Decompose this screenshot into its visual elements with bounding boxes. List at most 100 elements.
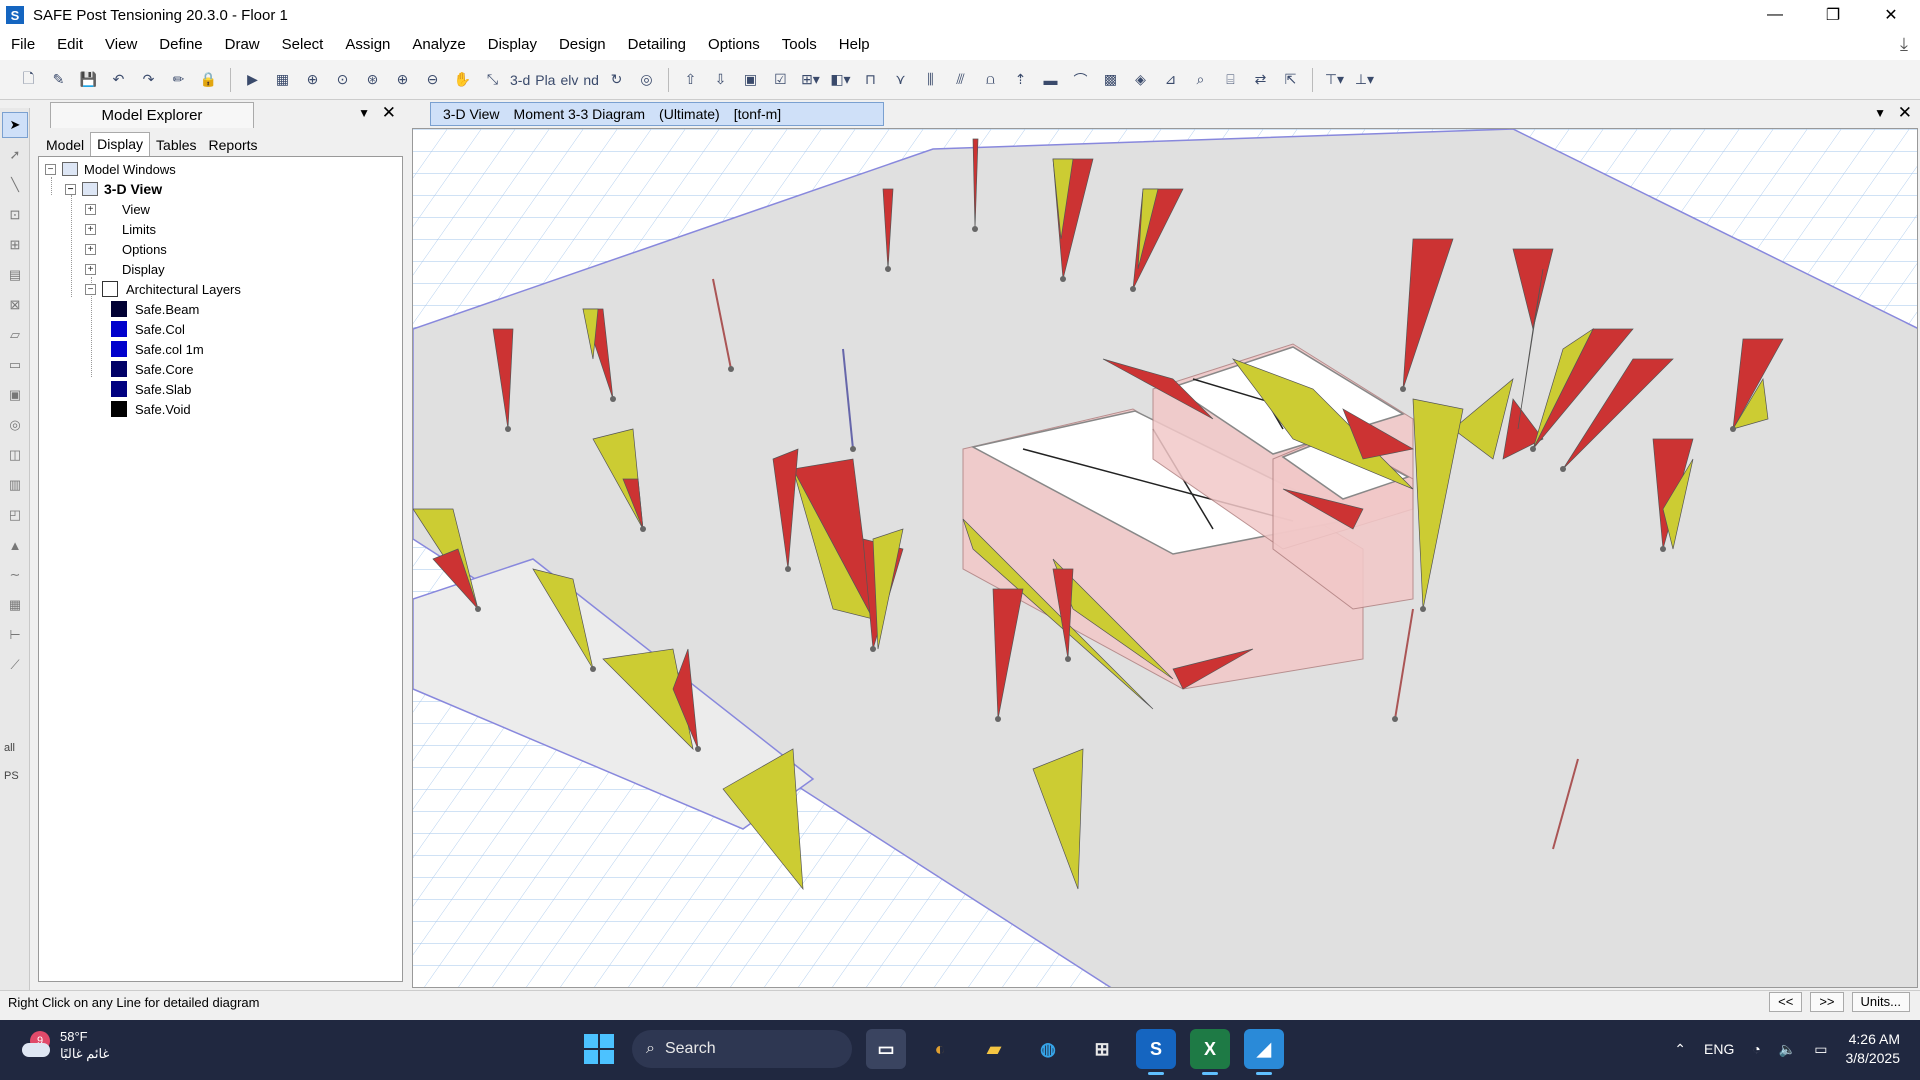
draw-drop-panel-icon[interactable]: ◫ <box>2 442 28 468</box>
tab-display[interactable]: Display <box>90 132 151 156</box>
draw-beam-icon[interactable]: ⊡ <box>2 202 28 228</box>
draw-column-icon[interactable]: ⊞ <box>2 232 28 258</box>
display-objects-icon[interactable]: ▩ <box>1098 67 1123 92</box>
taskbar-clock[interactable]: 4:26 AM 3/8/2025 <box>1846 1030 1901 1068</box>
safe-taskbar-icon[interactable]: S <box>1136 1029 1176 1075</box>
pan-icon[interactable]: ✋ <box>450 67 475 92</box>
crack-icon[interactable]: ⊿ <box>1158 67 1183 92</box>
draw-dimension-icon[interactable]: ⊢ <box>2 622 28 648</box>
reactions-icon[interactable]: ⫼ <box>918 67 943 92</box>
draw-line-icon[interactable]: ╲ <box>2 172 28 198</box>
node-button[interactable]: nd <box>583 72 599 88</box>
zoom-window-icon[interactable]: ⊕ <box>300 67 325 92</box>
tree-item-layer[interactable]: Safe.Beam <box>111 299 199 319</box>
slab-forces-icon[interactable]: ▬ <box>1038 67 1063 92</box>
tree-item-layer[interactable]: Safe.col 1m <box>111 339 204 359</box>
panel-dropdown-icon[interactable]: ▼ <box>358 106 370 120</box>
copilot-icon[interactable]: ◐ <box>920 1029 960 1069</box>
tree-item-layer[interactable]: Safe.Slab <box>111 379 191 399</box>
tree-item-display[interactable]: + Display <box>85 259 165 279</box>
punching-check-icon[interactable]: ◈ <box>1128 67 1153 92</box>
task-view-icon[interactable]: ▭ <box>866 1029 906 1069</box>
menu-edit[interactable]: Edit <box>46 30 94 60</box>
tree-item-architectural-layers[interactable]: − Architectural Layers <box>85 279 241 299</box>
collapse-icon[interactable]: − <box>65 183 76 195</box>
menu-tools[interactable]: Tools <box>771 30 828 60</box>
tab-3d-view-window[interactable]: 3-D View Moment 3-3 Diagram (Ultimate) [… <box>430 102 884 126</box>
menu-assign[interactable]: Assign <box>334 30 401 60</box>
panel-close-icon[interactable]: ✕ <box>382 103 396 123</box>
window-dropdown-icon[interactable]: ▼ <box>1874 106 1886 120</box>
tree-item-model-windows[interactable]: − Model Windows <box>45 159 176 179</box>
menu-define[interactable]: Define <box>148 30 213 60</box>
select-previous-button[interactable]: PS <box>4 770 19 782</box>
collapse-icon[interactable]: − <box>85 283 96 295</box>
download-icon[interactable]: ⤓ <box>1900 34 1908 55</box>
draw-tendon-icon[interactable]: ▲ <box>2 532 28 558</box>
deformed-shape-icon[interactable]: ⋎ <box>888 67 913 92</box>
taskbar-search[interactable]: ⌕ Search <box>632 1030 852 1068</box>
select-all-button[interactable]: all <box>4 742 15 754</box>
pencil-icon[interactable]: ✏ <box>166 67 191 92</box>
zoom-restore-icon[interactable]: ⊙ <box>330 67 355 92</box>
rotate-icon[interactable]: ↻ <box>604 67 629 92</box>
zoom-in-icon[interactable]: ⊕ <box>390 67 415 92</box>
collapse-icon[interactable]: − <box>45 163 56 175</box>
extrude-dropdown-icon[interactable]: ◧▾ <box>828 67 853 92</box>
menu-select[interactable]: Select <box>271 30 335 60</box>
tree-item-3d-view[interactable]: − 3-D View <box>65 179 162 199</box>
draw-point-support-icon[interactable]: ◰ <box>2 502 28 528</box>
weather-widget[interactable]: 9 58°F غائم غالبًا <box>22 1028 109 1062</box>
display-design-icon[interactable]: ⌕ <box>1188 67 1213 92</box>
object-shrink-icon[interactable]: ▣ <box>738 67 763 92</box>
minimize-button[interactable]: — <box>1746 0 1804 30</box>
frame-icon[interactable]: ⊓ <box>858 67 883 92</box>
link-icon[interactable]: ⇄ <box>1248 67 1273 92</box>
save-icon[interactable]: 💾 <box>76 67 101 92</box>
file-explorer-icon[interactable]: ▰ <box>974 1029 1014 1069</box>
restore-button[interactable]: ❐ <box>1804 0 1862 30</box>
draw-reference-icon[interactable]: ⟋ <box>2 652 28 678</box>
reshape-icon[interactable]: ➚ <box>2 142 28 168</box>
excel-icon[interactable]: X <box>1190 1029 1230 1075</box>
tree-item-limits[interactable]: + Limits <box>85 219 156 239</box>
expand-icon[interactable]: + <box>85 223 96 235</box>
assign-dropdown-icon[interactable]: ⊞▾ <box>798 67 823 92</box>
zoom-out-icon[interactable]: ⊖ <box>420 67 445 92</box>
close-button[interactable]: ✕ <box>1862 0 1920 30</box>
display-table-icon[interactable]: ▦ <box>270 67 295 92</box>
3d-canvas[interactable] <box>412 128 1918 988</box>
model-explorer-title[interactable]: Model Explorer <box>50 102 254 128</box>
battery-icon[interactable]: ▭ <box>1814 1041 1827 1058</box>
menu-analyze[interactable]: Analyze <box>401 30 476 60</box>
menu-view[interactable]: View <box>94 30 148 60</box>
lock-icon[interactable]: 🔒 <box>196 67 221 92</box>
tree-item-layer[interactable]: Safe.Col <box>111 319 185 339</box>
elevation-view-button[interactable]: elv <box>560 72 578 88</box>
rubber-band-icon[interactable]: ⤡ <box>480 67 505 92</box>
move-up-icon[interactable]: ⇧ <box>678 67 703 92</box>
expand-icon[interactable]: + <box>85 263 96 275</box>
beam-forces-icon[interactable]: ⩍ <box>978 67 1003 92</box>
menu-draw[interactable]: Draw <box>214 30 271 60</box>
open-model-icon[interactable]: ✎ <box>46 67 71 92</box>
next-button[interactable]: >> <box>1810 992 1844 1012</box>
tab-reports[interactable]: Reports <box>203 134 264 156</box>
tab-tables[interactable]: Tables <box>150 134 202 156</box>
undo-icon[interactable]: ↶ <box>106 67 131 92</box>
menu-options[interactable]: Options <box>697 30 771 60</box>
new-model-icon[interactable]: 🗋 <box>16 67 41 92</box>
tree-item-view[interactable]: + View <box>85 199 150 219</box>
draw-opening-icon[interactable]: ▣ <box>2 382 28 408</box>
draw-wall-icon[interactable]: ▤ <box>2 262 28 288</box>
perspective-icon[interactable]: ◎ <box>634 67 659 92</box>
menu-file[interactable]: File <box>0 30 46 60</box>
expand-icon[interactable]: + <box>85 243 96 255</box>
run-analysis-icon[interactable]: ▶ <box>240 67 265 92</box>
set-display-options-icon[interactable]: ☑ <box>768 67 793 92</box>
draw-circle-icon[interactable]: ◎ <box>2 412 28 438</box>
tables-icon[interactable]: ⌸ <box>1218 67 1243 92</box>
wifi-icon[interactable]: ◔ <box>1752 1041 1760 1057</box>
forces-icon[interactable]: ⫻ <box>948 67 973 92</box>
tendon-layout-icon[interactable]: ⇱ <box>1278 67 1303 92</box>
